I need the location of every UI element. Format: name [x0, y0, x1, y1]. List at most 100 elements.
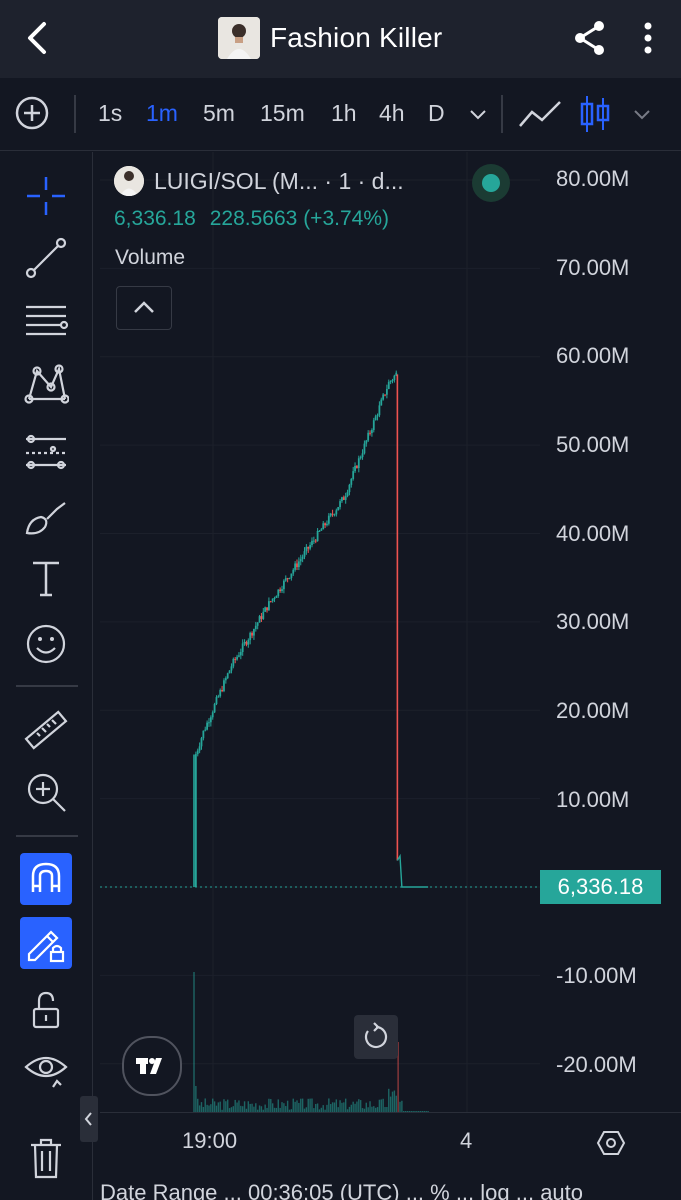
chart-type-dropdown-chevron-icon[interactable]	[630, 102, 654, 126]
volume-bar	[350, 1104, 353, 1112]
chart-settings-icon[interactable]	[596, 1128, 626, 1158]
candle	[230, 666, 233, 671]
share-icon[interactable]	[572, 18, 608, 58]
candle	[341, 497, 343, 502]
candle	[260, 616, 263, 619]
volume-bar	[223, 1099, 225, 1112]
candle	[348, 484, 351, 493]
volume-bar	[219, 1101, 221, 1112]
crosshair-icon[interactable]	[20, 170, 72, 222]
candle	[198, 746, 201, 751]
candle	[385, 388, 388, 395]
candle	[299, 559, 302, 562]
tradingview-logo[interactable]	[122, 1036, 182, 1096]
volume-bar	[217, 1102, 220, 1112]
volume-bar	[296, 1100, 298, 1112]
eye-icon[interactable]	[20, 1044, 72, 1096]
candles-chart-type-icon[interactable]	[578, 94, 612, 134]
volume-bar	[277, 1099, 279, 1112]
volume-indicator-label[interactable]: Volume	[115, 246, 185, 270]
lock-drawing-icon[interactable]	[20, 917, 72, 969]
price-axis-label: 40.00M	[556, 521, 630, 546]
collapse-legend-button[interactable]	[116, 286, 172, 330]
candle	[342, 497, 345, 500]
zoom-in-icon[interactable]	[20, 766, 72, 818]
volume-bar	[249, 1103, 251, 1112]
volume-bar	[388, 1088, 390, 1112]
prediction-icon[interactable]	[20, 426, 72, 478]
magnet-icon[interactable]	[20, 853, 72, 905]
candle	[269, 601, 272, 603]
volume-bar	[339, 1100, 341, 1112]
candle	[281, 589, 283, 592]
candle	[215, 697, 218, 705]
candle	[219, 690, 222, 697]
candle	[262, 611, 265, 619]
timeframe-1h[interactable]: 1h	[331, 97, 357, 129]
candle	[273, 597, 276, 599]
candle	[202, 730, 205, 739]
candle	[382, 394, 385, 400]
fib-lines-icon[interactable]	[20, 294, 72, 346]
candle	[232, 658, 235, 667]
candle	[331, 513, 334, 515]
candle	[378, 405, 381, 416]
candle	[282, 580, 285, 590]
toolbar-divider	[74, 95, 76, 133]
volume-bar	[227, 1099, 229, 1112]
timeframe-1s[interactable]: 1s	[98, 97, 122, 129]
volume-bar	[298, 1102, 300, 1112]
emoji-icon[interactable]	[20, 618, 72, 670]
add-indicator-button[interactable]	[14, 95, 50, 131]
symbol-label: LUIGI/SOL (M... · 1 · d...	[154, 167, 404, 194]
candle	[253, 629, 255, 636]
back-chevron-icon[interactable]	[22, 20, 52, 56]
reset-chart-button[interactable]	[354, 1015, 398, 1059]
pattern-icon[interactable]	[20, 358, 72, 410]
candle	[389, 380, 392, 382]
volume-bar	[354, 1103, 356, 1112]
trash-icon[interactable]	[20, 1132, 72, 1184]
unlock-icon[interactable]	[20, 984, 72, 1036]
candle	[309, 545, 312, 549]
trend-line-icon[interactable]	[20, 232, 72, 284]
candle	[365, 440, 368, 444]
candle	[234, 658, 237, 660]
volume-bar	[281, 1102, 283, 1112]
candle	[311, 540, 313, 546]
candle	[217, 696, 220, 698]
candle	[329, 513, 332, 516]
price-axis-label: 20.00M	[556, 698, 630, 723]
candle	[356, 465, 358, 469]
volume-bar	[399, 1101, 401, 1112]
ruler-icon[interactable]	[20, 704, 72, 756]
timeframe-4h[interactable]: 4h	[379, 97, 405, 129]
more-vertical-icon[interactable]	[636, 18, 660, 58]
candle	[208, 722, 210, 724]
candle	[238, 655, 240, 657]
volume-bar	[344, 1098, 347, 1112]
volume-bar	[243, 1101, 246, 1112]
candle	[393, 375, 396, 380]
chart-legend-symbol-row[interactable]: LUIGI/SOL (M... · 1 · d...	[114, 166, 404, 196]
volume-bar	[236, 1102, 238, 1112]
collapse-toolbar-button[interactable]	[80, 1096, 98, 1142]
text-tool-icon[interactable]	[20, 552, 72, 604]
price-axis-label: -20.00M	[556, 1052, 637, 1077]
toolbar-divider	[16, 685, 78, 687]
line-chart-type-icon[interactable]	[518, 98, 562, 130]
candle	[258, 616, 261, 623]
timeframe-D[interactable]: D	[428, 97, 445, 129]
volume-bar	[307, 1098, 309, 1112]
volume-bar	[309, 1098, 311, 1112]
time-axis-label: 19:00	[182, 1128, 238, 1153]
volume-bar	[322, 1105, 324, 1112]
brush-icon[interactable]	[20, 492, 72, 544]
candle	[354, 465, 356, 472]
volume-bar	[212, 1098, 214, 1112]
timeframe-15m[interactable]: 15m	[260, 97, 305, 129]
timeframe-dropdown-chevron-icon[interactable]	[466, 102, 490, 126]
timeframe-5m[interactable]: 5m	[203, 97, 235, 129]
timeframe-1m[interactable]: 1m	[146, 97, 178, 129]
candle	[223, 680, 225, 692]
